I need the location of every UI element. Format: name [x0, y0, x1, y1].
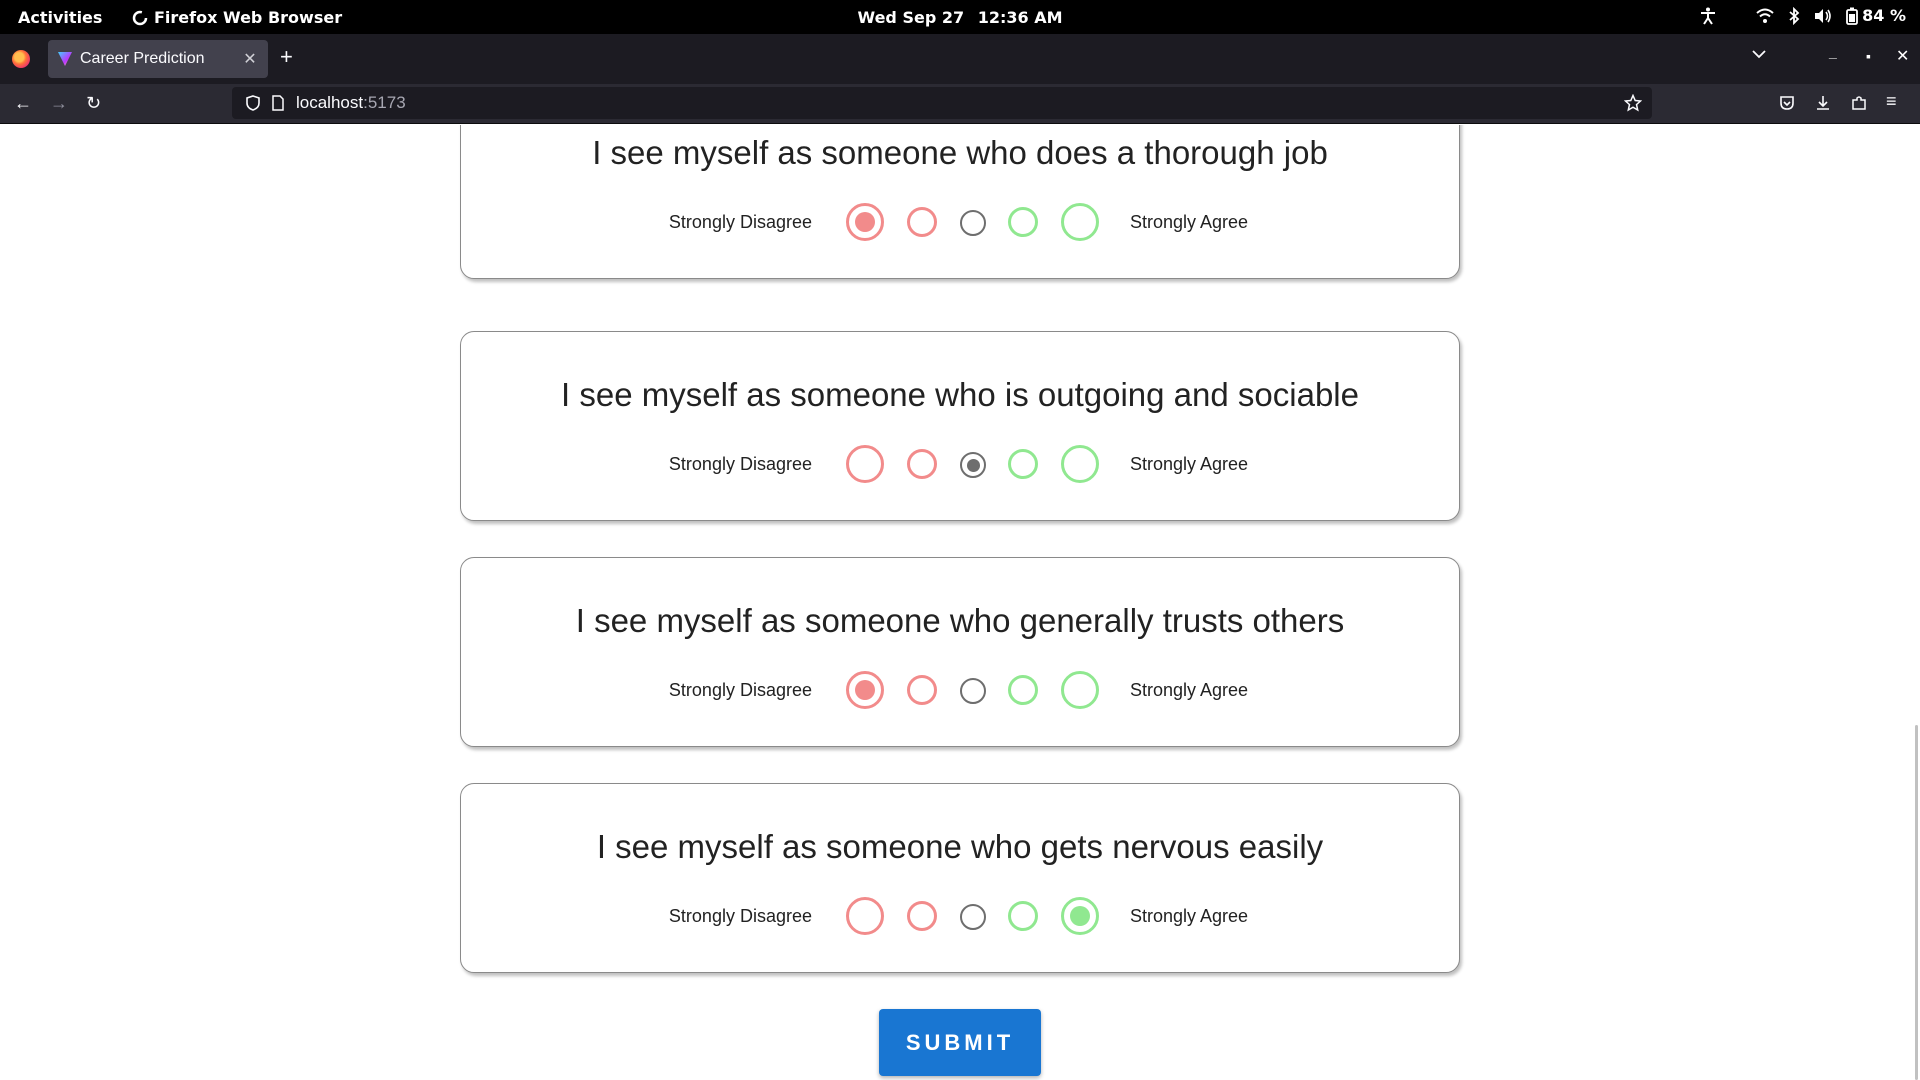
- likert-option-2[interactable]: [907, 207, 937, 237]
- url-text[interactable]: localhost:5173: [296, 93, 406, 113]
- tracking-protection-shield-icon[interactable]: [246, 95, 260, 111]
- hamburger-menu-icon[interactable]: ≡: [1886, 92, 1897, 110]
- likert-option-3[interactable]: [960, 904, 986, 930]
- back-arrow-icon[interactable]: ←: [14, 94, 32, 112]
- likert-option-4[interactable]: [1008, 207, 1038, 237]
- browser-tab-bar: Career Prediction ✕ + _ ▪ ✕: [0, 34, 1920, 84]
- battery-indicator: 84 %: [1846, 6, 1906, 25]
- likert-option-3[interactable]: [960, 678, 986, 704]
- url-host: localhost: [296, 93, 364, 112]
- pocket-icon[interactable]: [1779, 95, 1795, 111]
- likert-scale: Strongly Disagree Strongly Agree: [461, 670, 1459, 712]
- status-area[interactable]: 84 %: [1700, 6, 1906, 25]
- firefox-logo-icon: [12, 50, 30, 68]
- likert-option-5[interactable]: [1061, 671, 1099, 709]
- radio-dot: [855, 680, 875, 700]
- radio-dot: [1070, 906, 1090, 926]
- likert-option-3[interactable]: [960, 210, 986, 236]
- url-port: :5173: [363, 93, 406, 112]
- maximize-window-icon[interactable]: ▪: [1866, 48, 1871, 64]
- close-window-icon[interactable]: ✕: [1896, 46, 1909, 66]
- question-text: I see myself as someone who does a thoro…: [592, 134, 1328, 171]
- wifi-icon: [1756, 8, 1774, 23]
- minimize-window-icon[interactable]: _: [1829, 44, 1837, 60]
- scale-label-left: Strongly Disagree: [668, 212, 812, 232]
- likert-option-5[interactable]: [1061, 203, 1099, 241]
- tab-close-icon[interactable]: ✕: [242, 49, 258, 69]
- page-scrollbar[interactable]: [1915, 725, 1918, 1080]
- question-card: I see myself as someone who generally tr…: [460, 557, 1460, 747]
- scale-label-right: Strongly Agree: [1130, 454, 1249, 474]
- likert-scale: Strongly Disagree Strongly Agree: [461, 202, 1459, 244]
- likert-scale: Strongly Disagree Strongly Agree: [461, 444, 1459, 486]
- likert-option-5[interactable]: [1061, 445, 1099, 483]
- page-content: I see myself as someone who does a thoro…: [0, 125, 1920, 1080]
- browser-nav-bar: ← → ↻ localhost:5173 ≡: [0, 84, 1920, 124]
- vite-favicon-icon: [58, 52, 72, 66]
- likert-option-1[interactable]: [846, 445, 884, 483]
- extensions-puzzle-icon[interactable]: [1851, 95, 1867, 111]
- likert-option-2[interactable]: [907, 675, 937, 705]
- likert-option-4[interactable]: [1008, 675, 1038, 705]
- clock-time: 12:36 AM: [977, 8, 1063, 27]
- clock[interactable]: Wed Sep 27 12:36 AM: [0, 8, 1920, 27]
- likert-option-1[interactable]: [846, 897, 884, 935]
- battery-icon: [1846, 7, 1859, 25]
- likert-option-2[interactable]: [907, 449, 937, 479]
- new-tab-button[interactable]: +: [280, 46, 293, 68]
- list-all-tabs-icon[interactable]: [1752, 49, 1766, 59]
- question-text: I see myself as someone who generally tr…: [575, 602, 1345, 639]
- scale-label-left: Strongly Disagree: [668, 680, 812, 700]
- likert-option-2[interactable]: [907, 901, 937, 931]
- likert-option-4[interactable]: [1008, 901, 1038, 931]
- scale-label-left: Strongly Disagree: [668, 454, 812, 474]
- downloads-icon[interactable]: [1815, 95, 1831, 111]
- likert-option-3[interactable]: [960, 452, 986, 478]
- url-bar[interactable]: localhost:5173: [232, 87, 1652, 119]
- clock-date: Wed Sep 27: [857, 8, 965, 27]
- bookmark-star-icon[interactable]: [1624, 94, 1642, 112]
- scale-label-right: Strongly Agree: [1130, 212, 1249, 232]
- accessibility-icon[interactable]: [1700, 7, 1716, 25]
- bluetooth-icon: [1789, 6, 1800, 25]
- submit-button[interactable]: SUBMIT: [879, 1009, 1041, 1076]
- system-top-bar: Activities Firefox Web Browser Wed Sep 2…: [0, 0, 1920, 34]
- scale-label-right: Strongly Agree: [1130, 680, 1249, 700]
- question-text: I see myself as someone who gets nervous…: [596, 828, 1324, 865]
- battery-percent: 84 %: [1862, 6, 1906, 25]
- reload-icon[interactable]: ↻: [86, 94, 101, 112]
- question-card: I see myself as someone who is outgoing …: [460, 331, 1460, 521]
- likert-option-4[interactable]: [1008, 449, 1038, 479]
- likert-option-1[interactable]: [846, 671, 884, 709]
- scale-label-right: Strongly Agree: [1130, 906, 1249, 926]
- scale-label-left: Strongly Disagree: [668, 906, 812, 926]
- radio-dot: [966, 458, 980, 472]
- question-card: I see myself as someone who does a thoro…: [460, 125, 1460, 279]
- forward-arrow-icon[interactable]: →: [50, 94, 68, 112]
- likert-option-5[interactable]: [1061, 897, 1099, 935]
- tab-career-prediction[interactable]: Career Prediction ✕: [48, 40, 268, 78]
- page-info-icon[interactable]: [272, 95, 284, 111]
- question-card: I see myself as someone who gets nervous…: [460, 783, 1460, 973]
- likert-scale: Strongly Disagree Strongly Agree: [461, 896, 1459, 938]
- likert-option-1[interactable]: [846, 203, 884, 241]
- tab-title: Career Prediction: [80, 50, 205, 67]
- radio-dot: [855, 212, 875, 232]
- question-text: I see myself as someone who is outgoing …: [561, 376, 1359, 413]
- volume-icon: [1815, 8, 1831, 23]
